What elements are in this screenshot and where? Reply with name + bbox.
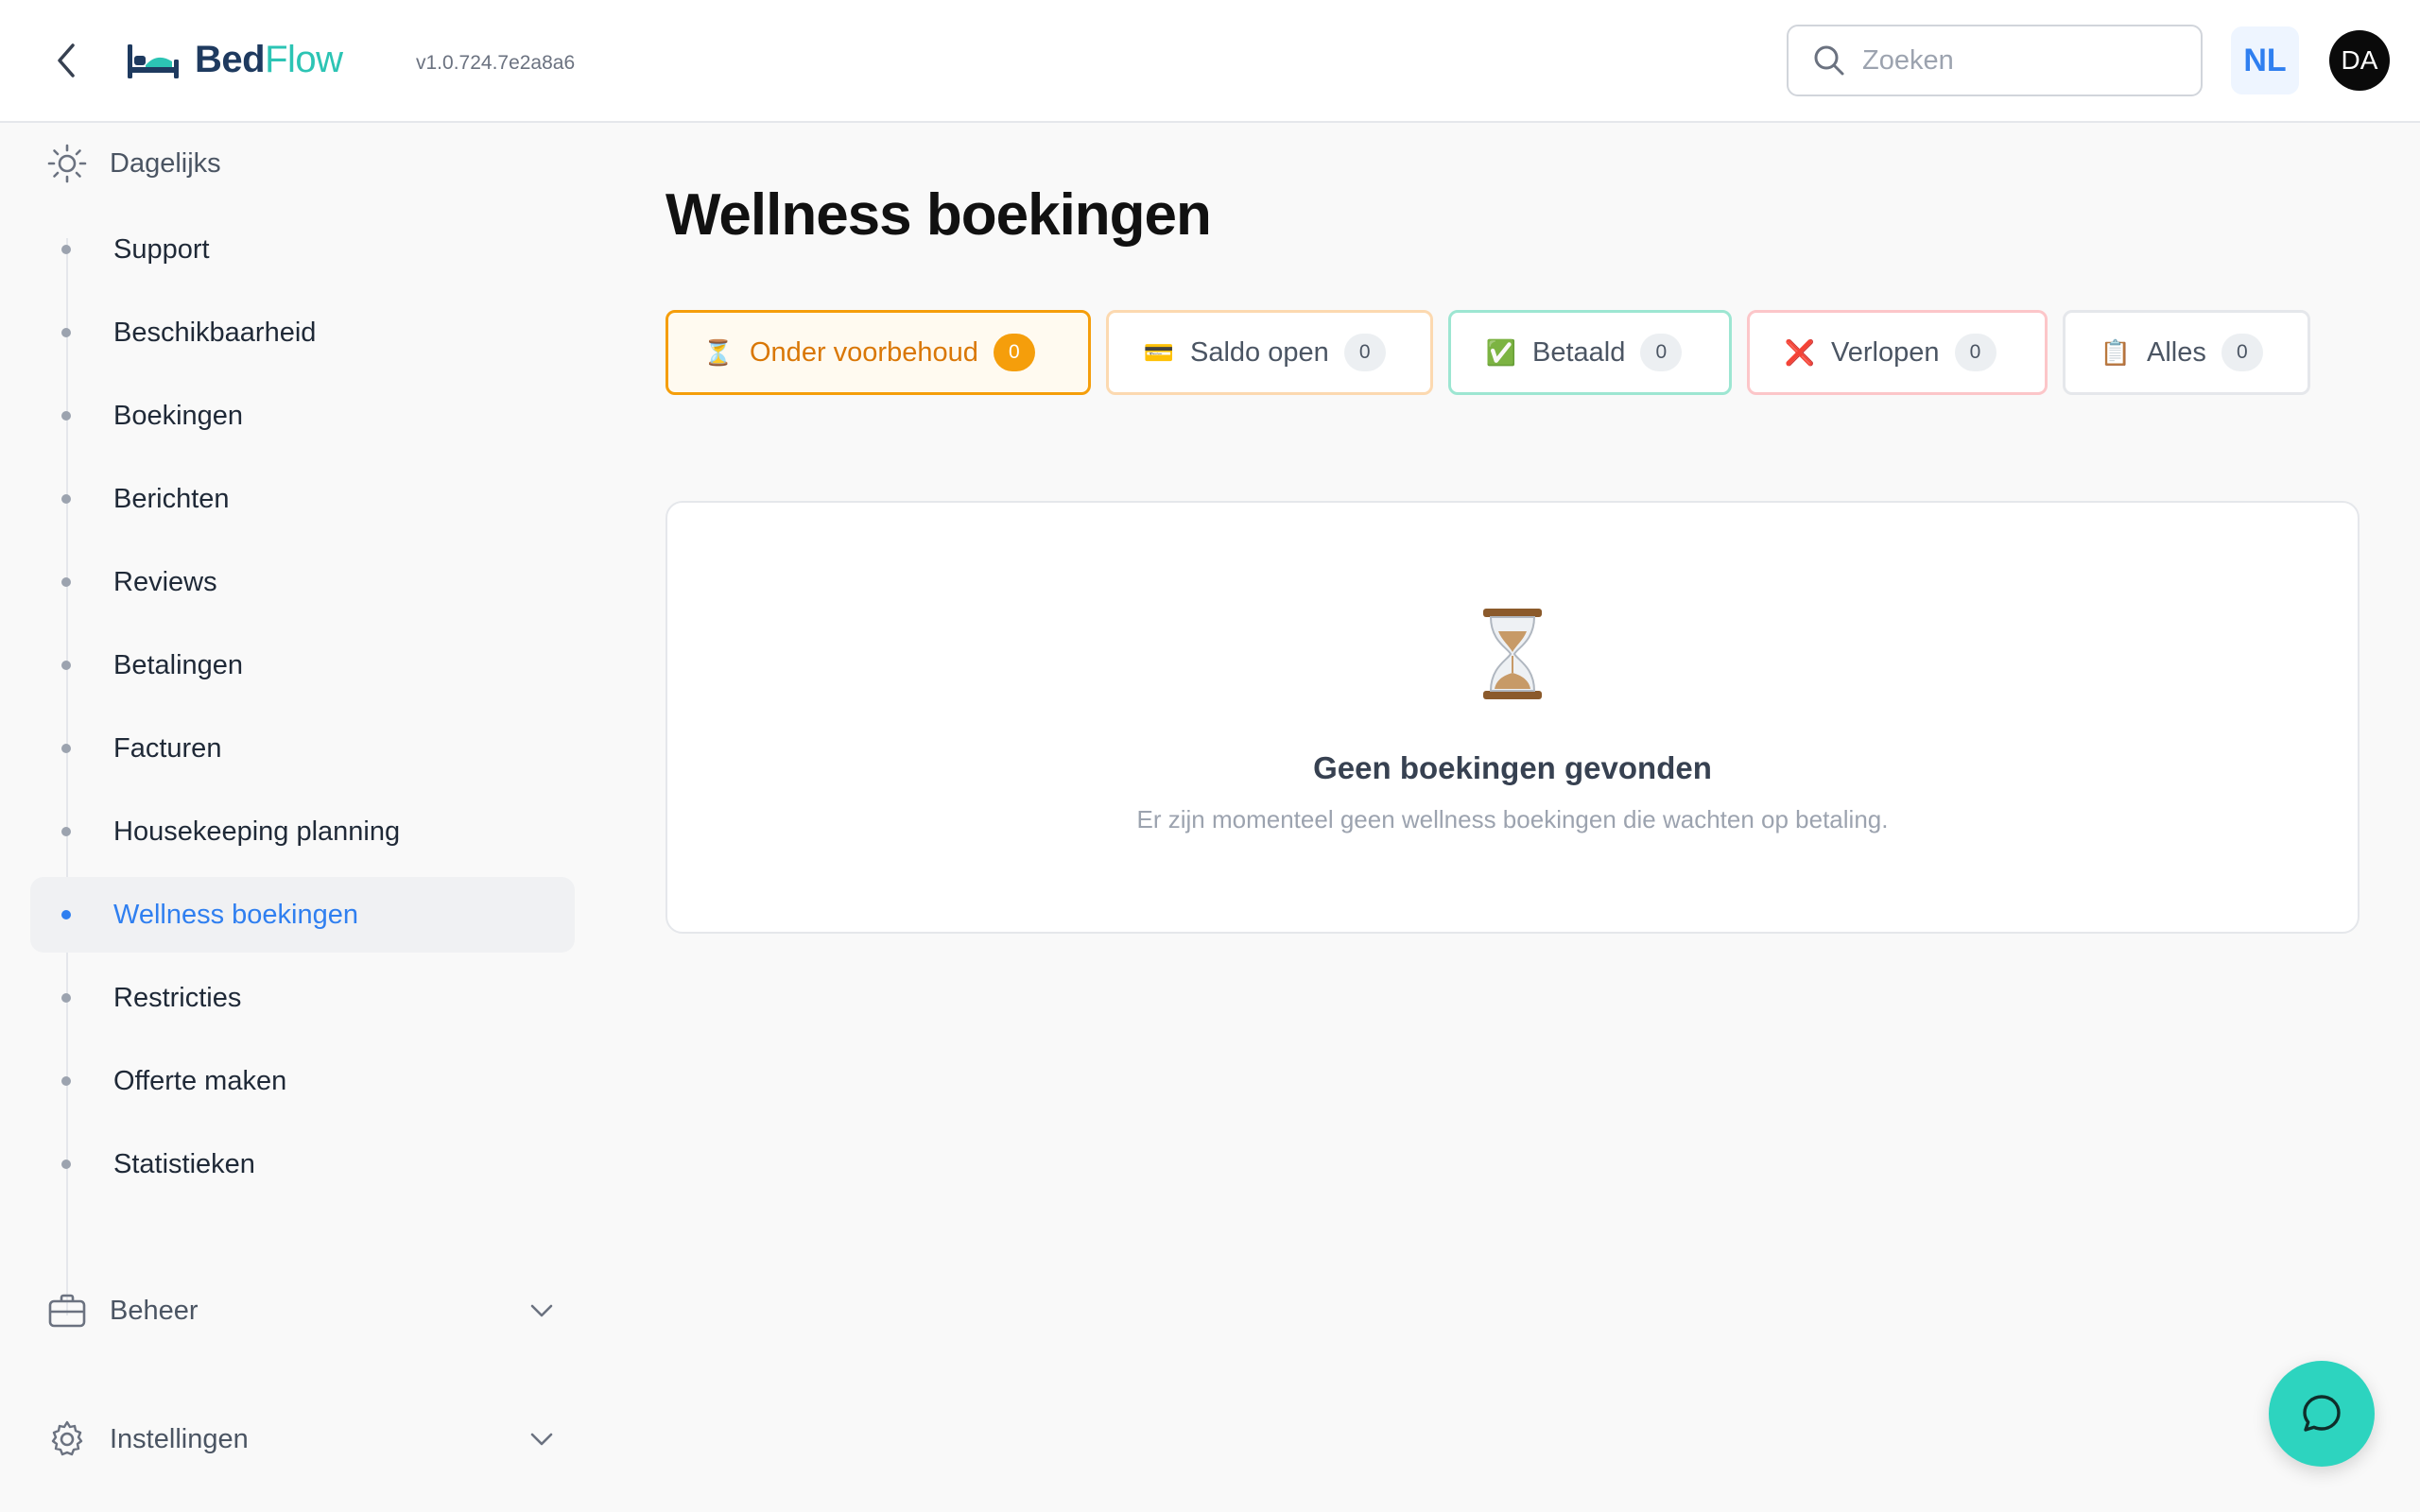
version-label: v1.0.724.7e2a8a6 <box>416 52 576 74</box>
sidebar-item-support[interactable]: Support <box>30 212 575 287</box>
filter-count-badge: 0 <box>1343 334 1386 371</box>
filter-count-badge: 0 <box>1954 334 1996 371</box>
filter-pending[interactable]: ⏳ Onder voorbehoud 0 <box>666 310 1091 395</box>
bullet-icon <box>61 494 71 504</box>
briefcase-icon <box>48 1294 86 1328</box>
chat-button[interactable] <box>2269 1361 2375 1467</box>
filter-balance-open[interactable]: 💳 Saldo open 0 <box>1106 310 1433 395</box>
hourglass-icon <box>1483 609 1542 699</box>
empty-state-card: Geen boekingen gevonden Er zijn momentee… <box>666 501 2360 934</box>
sidebar-item-label: Restricties <box>113 982 242 1013</box>
top-bar: BedFlow v1.0.724.7e2a8a6 NL DA <box>0 0 2420 123</box>
bullet-icon <box>61 827 71 836</box>
back-button[interactable] <box>45 38 87 83</box>
filter-expired[interactable]: ❌ Verlopen 0 <box>1747 310 2048 395</box>
sidebar-item-quote[interactable]: Offerte maken <box>30 1043 575 1119</box>
sidebar-item-availability[interactable]: Beschikbaarheid <box>30 295 575 370</box>
page-title: Wellness boekingen <box>666 182 1212 248</box>
sidebar-item-payments[interactable]: Betalingen <box>30 627 575 703</box>
gear-icon <box>51 1420 83 1456</box>
sidebar-item-label: Statistieken <box>113 1148 255 1179</box>
clipboard-icon: 📋 <box>2100 337 2132 367</box>
chevron-down-icon <box>530 1304 553 1317</box>
sidebar-item-label: Offerte maken <box>113 1065 287 1096</box>
bullet-icon <box>61 411 71 421</box>
sidebar-section-daily[interactable]: Dagelijks <box>47 144 221 183</box>
avatar[interactable]: DA <box>2329 30 2390 91</box>
hourglass-icon: ⏳ <box>702 337 735 367</box>
logo-text-flow: Flow <box>265 38 343 80</box>
chevron-down-icon <box>530 1433 553 1446</box>
sidebar-item-invoices[interactable]: Facturen <box>30 711 575 786</box>
sidebar-item-label: Housekeeping planning <box>113 816 401 847</box>
logo[interactable]: BedFlow <box>125 34 343 85</box>
sidebar-item-reviews[interactable]: Reviews <box>30 544 575 620</box>
credit-card-icon: 💳 <box>1143 337 1175 367</box>
bullet-icon <box>61 993 71 1003</box>
sidebar-section-manage[interactable]: Beheer <box>47 1291 553 1331</box>
bullet-icon <box>61 577 71 587</box>
sidebar-item-label: Facturen <box>113 732 222 764</box>
filter-count-badge: 0 <box>2221 334 2263 371</box>
bullet-icon <box>61 245 71 254</box>
bullet-icon <box>61 910 71 919</box>
check-mark-icon: ✅ <box>1485 337 1517 367</box>
sidebar-item-messages[interactable]: Berichten <box>30 461 575 537</box>
filter-label: Alles <box>2147 336 2206 368</box>
sidebar-item-label: Support <box>113 233 210 265</box>
filter-label: Betaald <box>1532 336 1626 368</box>
bullet-icon <box>61 661 71 670</box>
sidebar-section-settings-label: Instellingen <box>110 1423 249 1454</box>
empty-state-subtitle: Er zijn momenteel geen wellness boekinge… <box>1136 805 1889 833</box>
chat-bubble-icon <box>2303 1395 2341 1432</box>
bullet-icon <box>61 744 71 753</box>
sidebar-section-manage-label: Beheer <box>110 1295 199 1326</box>
filter-count-badge: 0 <box>1640 334 1683 371</box>
sidebar-item-label: Reviews <box>113 566 217 597</box>
sidebar-item-wellness[interactable]: Wellness boekingen <box>30 877 575 953</box>
sidebar-section-daily-label: Dagelijks <box>110 147 221 179</box>
sidebar-item-statistics[interactable]: Statistieken <box>30 1126 575 1202</box>
search-box[interactable] <box>1787 25 2203 96</box>
sidebar-item-restrictions[interactable]: Restricties <box>30 960 575 1036</box>
language-button[interactable]: NL <box>2231 26 2299 94</box>
bullet-icon <box>61 328 71 337</box>
sun-icon <box>47 144 87 183</box>
search-input[interactable] <box>1862 44 2184 77</box>
sidebar-item-label: Betalingen <box>113 649 244 680</box>
filter-label: Saldo open <box>1190 336 1329 368</box>
cross-mark-icon: ❌ <box>1784 337 1816 367</box>
filter-all[interactable]: 📋 Alles 0 <box>2063 310 2310 395</box>
filter-paid[interactable]: ✅ Betaald 0 <box>1448 310 1732 395</box>
sidebar: Dagelijks Support Beschikbaarheid Boekin… <box>0 125 605 1512</box>
filter-label: Onder voorbehoud <box>750 336 978 368</box>
sidebar-item-label: Berichten <box>113 483 230 514</box>
sidebar-item-label: Boekingen <box>113 400 244 431</box>
sidebar-item-housekeeping[interactable]: Housekeeping planning <box>30 794 575 869</box>
empty-state-title: Geen boekingen gevonden <box>1313 750 1712 785</box>
search-icon <box>1814 45 1844 76</box>
sidebar-section-settings[interactable]: Instellingen <box>47 1419 553 1459</box>
logo-text-bed: Bed <box>195 38 266 80</box>
sidebar-item-label: Beschikbaarheid <box>113 317 317 348</box>
bullet-icon <box>61 1076 71 1086</box>
sidebar-item-label: Wellness boekingen <box>113 899 359 930</box>
bed-icon <box>128 44 179 78</box>
sidebar-item-bookings[interactable]: Boekingen <box>30 378 575 454</box>
bullet-icon <box>61 1160 71 1169</box>
filter-label: Verlopen <box>1831 336 1940 368</box>
chevron-left-icon <box>58 43 75 77</box>
filter-count-badge: 0 <box>993 334 1035 371</box>
